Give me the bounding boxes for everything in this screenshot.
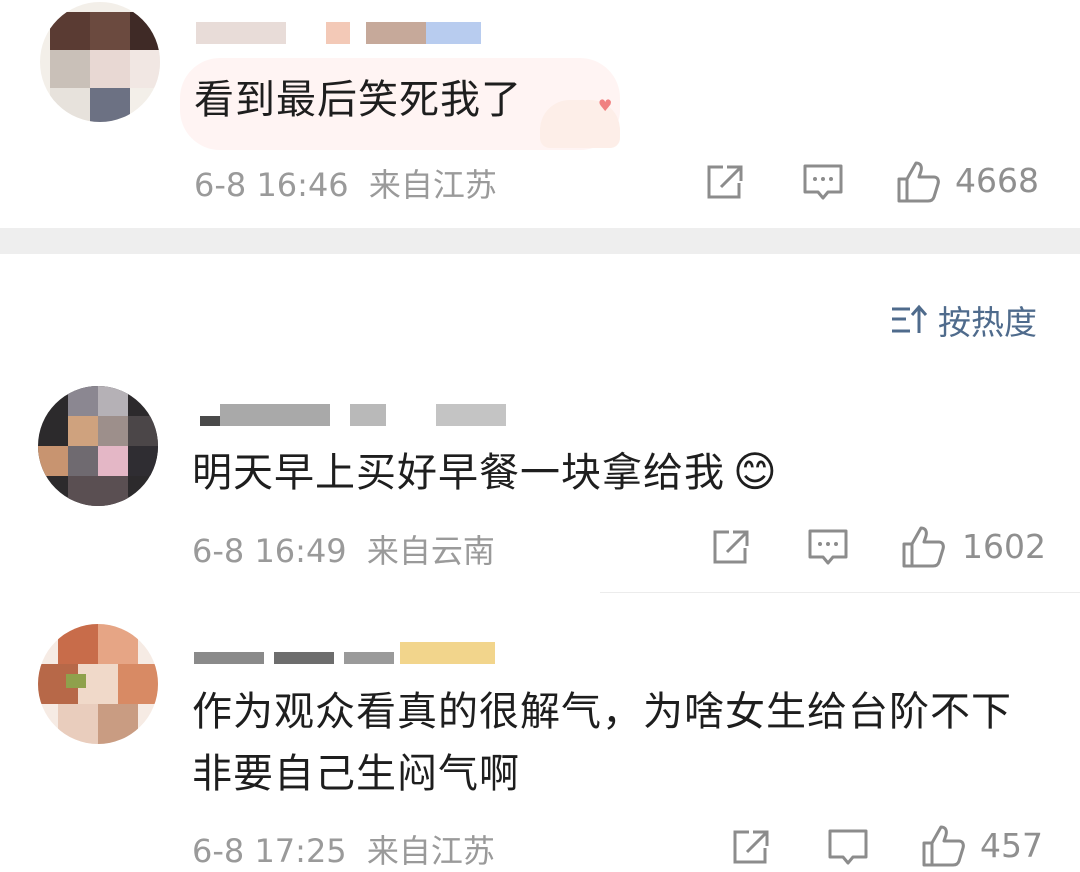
comment-date: 6-8 16:46: [194, 166, 349, 204]
comment-date: 6-8 17:25: [192, 832, 347, 870]
comment-location: 来自江苏: [368, 166, 497, 204]
avatar[interactable]: [38, 624, 158, 744]
comment-text-line-2: 非要自己生闷气啊: [192, 751, 520, 797]
like-count: 4668: [955, 161, 1039, 200]
comment-text: 看到最后笑死我了: [194, 77, 522, 123]
comment-text-body: 明天早上买好早餐一块拿给我: [192, 450, 725, 496]
username[interactable]: [194, 642, 504, 664]
avatar[interactable]: [40, 2, 160, 122]
like-count: 1602: [962, 527, 1046, 566]
avatar[interactable]: [38, 386, 158, 506]
sort-button[interactable]: 按热度: [890, 296, 1037, 344]
comment-meta: 6-8 17:25 来自江苏: [192, 826, 495, 872]
smile-emoji-icon: 😊: [733, 447, 778, 496]
username[interactable]: [196, 22, 486, 44]
share-icon[interactable]: [731, 828, 771, 866]
thumbs-up-icon[interactable]: [901, 525, 947, 569]
comment-location: 来自江苏: [366, 832, 495, 870]
comment-text-line-1: 作为观众看真的很解气，为啥女生给台阶不下: [192, 689, 1012, 735]
comment-icon[interactable]: [827, 828, 869, 868]
comment-meta: 6-8 16:46 来自江苏: [194, 160, 497, 206]
heart-icon: ♥: [598, 96, 613, 115]
sort-icon: [892, 304, 928, 333]
comment-location: 来自云南: [366, 532, 495, 570]
username[interactable]: [200, 404, 510, 426]
share-icon[interactable]: [711, 528, 751, 566]
comment-separator: [600, 592, 1080, 593]
thumbs-up-icon[interactable]: [896, 160, 942, 204]
comment-meta: 6-8 16:49 来自云南: [192, 526, 495, 572]
comment-icon[interactable]: [802, 163, 844, 203]
like-count: 457: [980, 826, 1043, 865]
comment-icon[interactable]: [807, 528, 849, 568]
sort-label: 按热度: [938, 303, 1037, 342]
comment-text: 明天早上买好早餐一块拿给我 😊: [192, 442, 778, 503]
share-icon[interactable]: [705, 163, 745, 201]
thumbs-up-icon[interactable]: [921, 824, 967, 868]
section-divider: [0, 228, 1080, 254]
comment-date: 6-8 16:49: [192, 532, 347, 570]
